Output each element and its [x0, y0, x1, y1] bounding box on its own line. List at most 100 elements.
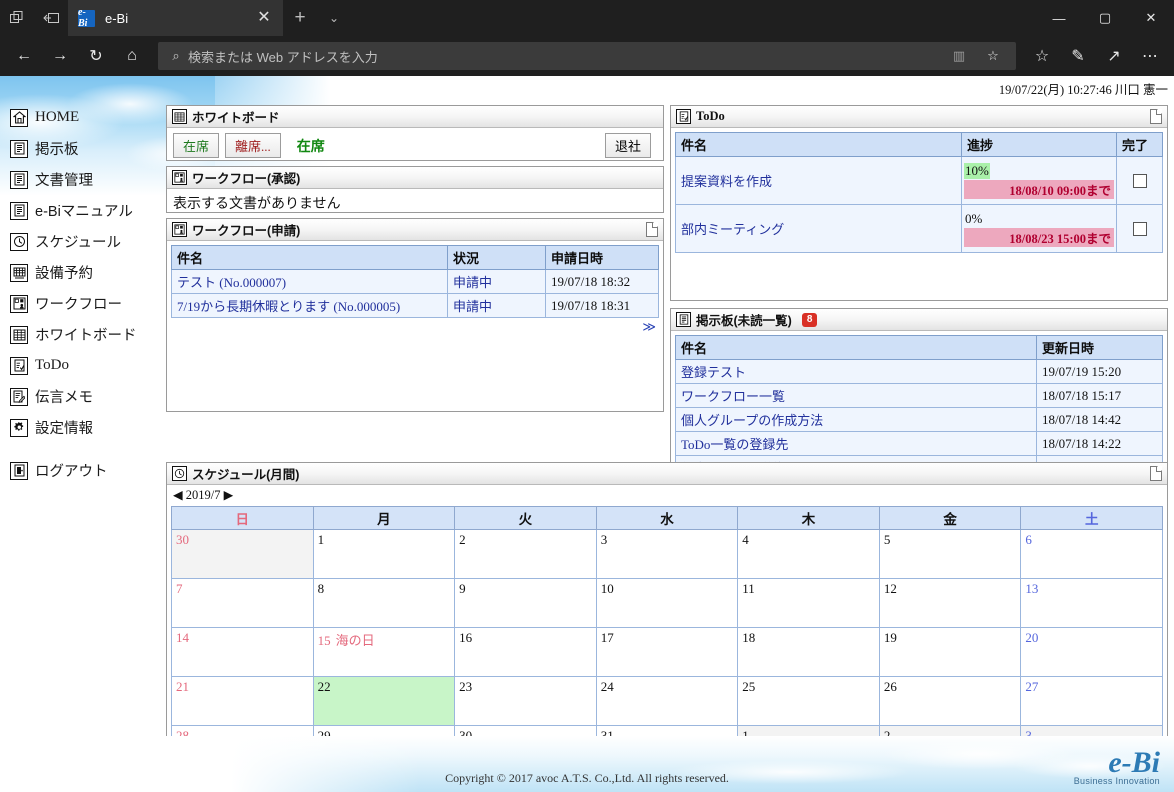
sidebar-item-board[interactable]: 掲示板 [0, 133, 162, 164]
chevron-down-icon[interactable]: ⌄ [317, 0, 351, 36]
schedule-panel-title: スケジュール(月間) [167, 463, 1167, 485]
favorites-hub-icon[interactable]: ☆ [1024, 40, 1060, 72]
table-row[interactable]: テスト (No.000007) 申請中 19/07/18 18:32 [171, 269, 659, 294]
reload-icon[interactable]: ↻ [78, 40, 114, 72]
calendar-day-cell[interactable]: 9 [454, 578, 597, 628]
copyright-text: Copyright © 2017 avoc A.T.S. Co.,Ltd. Al… [445, 771, 729, 785]
sidebar-item-manual[interactable]: e-Biマニュアル [0, 195, 162, 226]
sidebar-item-whiteboard[interactable]: ホワイトボード [0, 319, 162, 350]
calendar-day-cell[interactable]: 23 [454, 676, 597, 726]
set-tabs-aside-button[interactable] [34, 0, 68, 36]
bulletin-subject-link[interactable]: ワークフロー一覧 [681, 389, 785, 404]
calendar-day-cell[interactable]: 26 [878, 676, 1022, 726]
home-icon[interactable]: ⌂ [114, 40, 150, 72]
address-input[interactable]: 検索または Web アドレスを入力 [188, 47, 942, 66]
calendar-day-cell[interactable]: 6 [1020, 529, 1163, 579]
new-document-icon[interactable] [646, 222, 658, 237]
calendar-day-cell[interactable]: 2 [454, 529, 597, 579]
calendar-day-cell[interactable]: 5 [878, 529, 1022, 579]
calendar-day-cell[interactable]: 14 [171, 627, 314, 677]
calendar-day-cell[interactable]: 13 [1020, 578, 1163, 628]
workflow-subject-link[interactable]: 7/19から長期休暇とります (No.000005) [177, 299, 400, 314]
sidebar-item-memo[interactable]: 伝言メモ [0, 381, 162, 412]
todo-done-checkbox[interactable] [1132, 173, 1147, 188]
away-button[interactable]: 離席... [225, 133, 281, 158]
leave-office-button[interactable]: 退社 [604, 133, 651, 158]
table-row[interactable]: 個人グループの作成方法 18/07/18 14:42 [675, 407, 1163, 432]
calendar-day-cell[interactable]: 11 [737, 578, 880, 628]
bulletin-subject-link[interactable]: 登録テスト [681, 365, 746, 380]
cell-datetime: 18/07/18 14:22 [1036, 431, 1163, 456]
address-bar[interactable]: ⌕ 検索または Web アドレスを入力 ▥ ☆ [158, 42, 1016, 70]
sidebar-item-logout[interactable]: ログアウト [0, 455, 162, 486]
calendar-day-cell[interactable]: 8 [312, 578, 456, 628]
table-row[interactable]: 提案資料を作成 10% 18/08/10 09:00まで [675, 156, 1163, 205]
window-minimize-button[interactable]: — [1036, 0, 1082, 36]
workflow-subject-link[interactable]: テスト (No.000007) [177, 275, 286, 290]
todo-subject-link[interactable]: 部内ミーティング [681, 222, 784, 237]
todo-done-checkbox[interactable] [1132, 221, 1147, 236]
calendar-day-cell[interactable]: 20 [1020, 627, 1163, 677]
calendar-day-cell[interactable]: 16 [454, 627, 597, 677]
calendar-day-cell[interactable]: 21 [171, 676, 314, 726]
sidebar-item-label: 掲示板 [35, 142, 79, 158]
sidebar-item-schedule[interactable]: スケジュール [0, 226, 162, 257]
workflow-icon [10, 294, 28, 313]
back-icon[interactable]: ← [6, 40, 42, 72]
calendar-day-cell[interactable]: 3 [595, 529, 739, 579]
workflow-more-link[interactable]: ≫ [171, 318, 659, 337]
forward-icon[interactable]: → [42, 40, 78, 72]
new-document-icon[interactable] [1150, 109, 1162, 124]
calendar-day-cell[interactable]: 15 海の日 [312, 627, 456, 677]
table-row[interactable]: ワークフロー一覧 18/07/18 15:17 [675, 383, 1163, 408]
sidebar-item-facility[interactable]: 設備予約 [0, 257, 162, 288]
workflow-status-link[interactable]: 申請中 [453, 299, 492, 314]
new-document-icon[interactable] [1150, 466, 1162, 481]
calendar-day-cell[interactable]: 12 [878, 578, 1022, 628]
calendar-day-cell[interactable]: 24 [595, 676, 739, 726]
web-notes-icon[interactable]: ✎ [1060, 40, 1096, 72]
prev-month-button[interactable]: ◀ [173, 488, 183, 502]
sidebar-item-label: ToDo [35, 357, 69, 373]
window-maximize-button[interactable]: ▢ [1082, 0, 1128, 36]
close-tab-icon[interactable]: ✕ [253, 10, 275, 26]
calendar-day-cell[interactable]: 1 [312, 529, 456, 579]
whiteboard-icon [172, 109, 187, 124]
calendar-day-cell[interactable]: 4 [737, 529, 880, 579]
table-row[interactable]: 7/19から長期休暇とります (No.000005) 申請中 19/07/18 … [171, 293, 659, 318]
workflow-status-link[interactable]: 申請中 [453, 275, 492, 290]
calendar-day-cell[interactable]: 18 [737, 627, 880, 677]
sidebar-item-document[interactable]: 文書管理 [0, 164, 162, 195]
todo-panel: ToDo 件名 進捗 完了 提案資料を作成 10% 18/08/10 09:00… [670, 105, 1168, 301]
calendar-day-cell[interactable]: 27 [1020, 676, 1163, 726]
sidebar-item-workflow[interactable]: ワークフロー [0, 288, 162, 319]
share-icon[interactable]: ↗ [1096, 40, 1132, 72]
calendar-day-cell[interactable]: 7 [171, 578, 314, 628]
browser-tab-e-bi[interactable]: e-Bi e-Bi ✕ [68, 0, 283, 36]
todo-subject-link[interactable]: 提案資料を作成 [681, 174, 772, 189]
add-favorite-icon[interactable]: ☆ [976, 43, 1010, 69]
window-close-button[interactable]: ✕ [1128, 0, 1174, 36]
present-button[interactable]: 在席 [173, 133, 220, 158]
bulletin-subject-link[interactable]: 個人グループの作成方法 [681, 413, 823, 428]
sidebar-item-todo[interactable]: ToDo [0, 350, 162, 381]
sidebar-item-home[interactable]: HOME [0, 102, 162, 133]
reading-view-icon[interactable]: ▥ [942, 43, 976, 69]
calendar-day-cell[interactable]: 30 [171, 529, 314, 579]
calendar-day-cell[interactable]: 25 [737, 676, 880, 726]
calendar-day-cell[interactable]: 10 [595, 578, 739, 628]
settings-more-icon[interactable]: ⋯ [1132, 40, 1168, 72]
calendar-day-cell[interactable]: 17 [595, 627, 739, 677]
table-row[interactable]: ToDo一覧の登録先 18/07/18 14:22 [675, 431, 1163, 456]
sidebar-item-settings[interactable]: 設定情報 [0, 412, 162, 443]
new-tab-button[interactable]: + [283, 0, 317, 36]
table-row[interactable]: 部内ミーティング 0% 18/08/23 15:00まで [675, 204, 1163, 253]
next-month-button[interactable]: ▶ [224, 488, 234, 502]
cell-status: 申請中 [447, 269, 546, 294]
bulletin-subject-link[interactable]: ToDo一覧の登録先 [681, 437, 788, 452]
sidebar-item-label: 設備予約 [35, 266, 93, 282]
tabs-preview-button[interactable] [0, 0, 34, 36]
calendar-day-cell[interactable]: 22 [312, 676, 456, 726]
table-row[interactable]: 登録テスト 19/07/19 15:20 [675, 359, 1163, 384]
calendar-day-cell[interactable]: 19 [878, 627, 1022, 677]
